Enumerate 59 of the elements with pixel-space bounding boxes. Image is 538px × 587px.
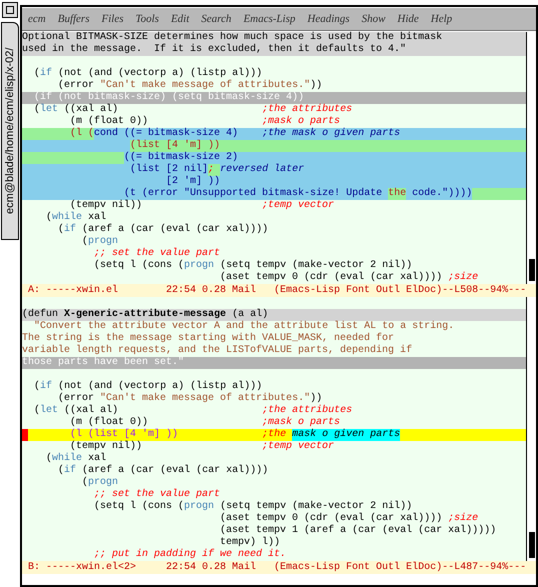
code-line: (while xal [45, 212, 108, 224]
code-line: (m (float 0)) ;mask o parts [69, 417, 342, 428]
code-line: (m (float 0)) ;mask o parts [69, 116, 342, 128]
code-text: reversed later [220, 164, 304, 176]
code-line: (progn [81, 236, 120, 248]
code-text: cond ((= bitmask-size 4) [94, 128, 240, 139]
code-text: ;the mask o given parts [262, 128, 400, 139]
highlighted-text: ; [208, 164, 220, 176]
code-line: (aset tempv 1 (aref a (car (eval (car xal))))) [219, 525, 498, 536]
code-line: ;; set the value part [93, 248, 222, 260]
menu-item[interactable]: Show [362, 10, 386, 28]
menu-item[interactable]: Emacs-Lisp [243, 10, 296, 28]
scrollbar-thumb[interactable] [528, 259, 534, 281]
code-text: the [388, 188, 406, 199]
scrollbar-thumb[interactable] [528, 532, 534, 558]
highlighted-text: mask o given parts [292, 429, 400, 441]
code-line: ;; set the value part [93, 489, 222, 500]
code-line: (setq l (cons (progn (setq tempv (make-vector 2 nil)) [93, 501, 414, 512]
code-text: ((= bitmask-size 2) [124, 152, 238, 163]
menu-item[interactable]: Edit [170, 10, 190, 28]
code-line: (progn [81, 477, 120, 489]
menu-item[interactable]: Tools [136, 10, 159, 28]
code-line: (error "Can't make message of attributes.")) [57, 393, 324, 404]
menu-item[interactable]: Buffers [58, 10, 90, 28]
menu-item[interactable]: ecm [28, 10, 46, 28]
menu-item[interactable]: Hide [397, 10, 419, 28]
code-line: (tempv nil)) ;temp vector [69, 441, 336, 452]
scrollbar[interactable] [526, 32, 536, 284]
scrollbar[interactable] [526, 297, 536, 561]
menu-item[interactable]: Headings [307, 10, 350, 28]
menu-item[interactable]: Files [102, 10, 124, 28]
code-line: (aset tempv 0 (cdr (eval (car xal)))) ;size [219, 272, 480, 284]
code-line: (setq l (cons (progn (setq tempv (make-vector 2 nil)) [93, 260, 414, 272]
code-line: "Convert the attribute vector A and the attribute list AL to a string. [33, 321, 456, 332]
code-line: (if (aref a (car (eval (car xal)))) [57, 465, 270, 476]
window-title-tab[interactable]: ecm@blade/home/ecm/elisp/x-02/ [1, 22, 19, 240]
code-line: (aset tempv 0 (cdr (eval (car xal)))) ;size [219, 513, 480, 524]
code-line: (let ((xal al) ;the attributes [33, 104, 354, 116]
code-line: (tempv nil)) ;temp vector [69, 200, 336, 212]
code-line: The string is the message starting with VALUE_MASK, needed for [22, 333, 396, 344]
code-text: (t (error "Unsupported bitmask-size! Update [124, 188, 384, 199]
code-line: (let ((xal al) ;the attributes [33, 405, 354, 416]
code-text: (l (list [4 'm] )) [70, 429, 180, 440]
code-line: tempv) l)) [219, 537, 282, 548]
code-text: code.")))) [412, 188, 472, 199]
code-text: (list [4 'm] )) [130, 140, 220, 151]
code-text: ;the [262, 429, 288, 441]
code-line: ;; put in padding if we need it. [93, 549, 288, 561]
code-line: (if (not (and (vectorp a) (listp al))) [33, 68, 264, 80]
code-line: (error "Can't make message of attributes.")) [57, 80, 324, 92]
code-line: variable length requests, and the LISTofVALUE parts, depending if [22, 345, 414, 356]
menu-item[interactable]: Search [201, 10, 232, 28]
code-line: (if (not (and (vectorp a) (listp al))) [33, 381, 264, 392]
code-line: (if (aref a (car (eval (car xal)))) [57, 224, 270, 236]
code-text: (l ( [70, 128, 94, 139]
code-line: (while xal [45, 453, 108, 464]
code-text: (list [2 nil] [130, 164, 208, 176]
window-menu-icon[interactable] [2, 2, 18, 18]
menu-item[interactable]: Help [430, 10, 452, 28]
